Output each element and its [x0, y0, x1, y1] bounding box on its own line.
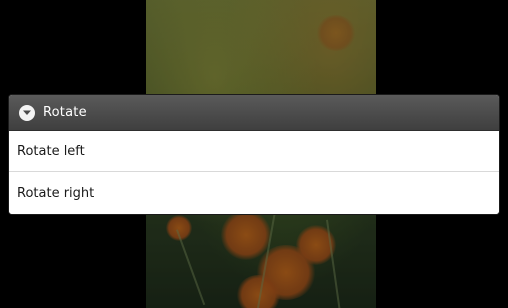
- rotate-left-label: Rotate left: [17, 143, 85, 159]
- chevron-down-circle-icon: [19, 104, 35, 121]
- dialog-title: Rotate: [43, 105, 87, 120]
- rotate-dialog: Rotate Rotate left Rotate right: [9, 95, 499, 214]
- rotate-right-item[interactable]: Rotate right: [9, 172, 499, 214]
- dialog-title-bar: Rotate: [9, 95, 499, 131]
- rotate-left-item[interactable]: Rotate left: [9, 131, 499, 172]
- rotate-right-label: Rotate right: [17, 185, 95, 201]
- screen: Rotate Rotate left Rotate right: [0, 0, 508, 308]
